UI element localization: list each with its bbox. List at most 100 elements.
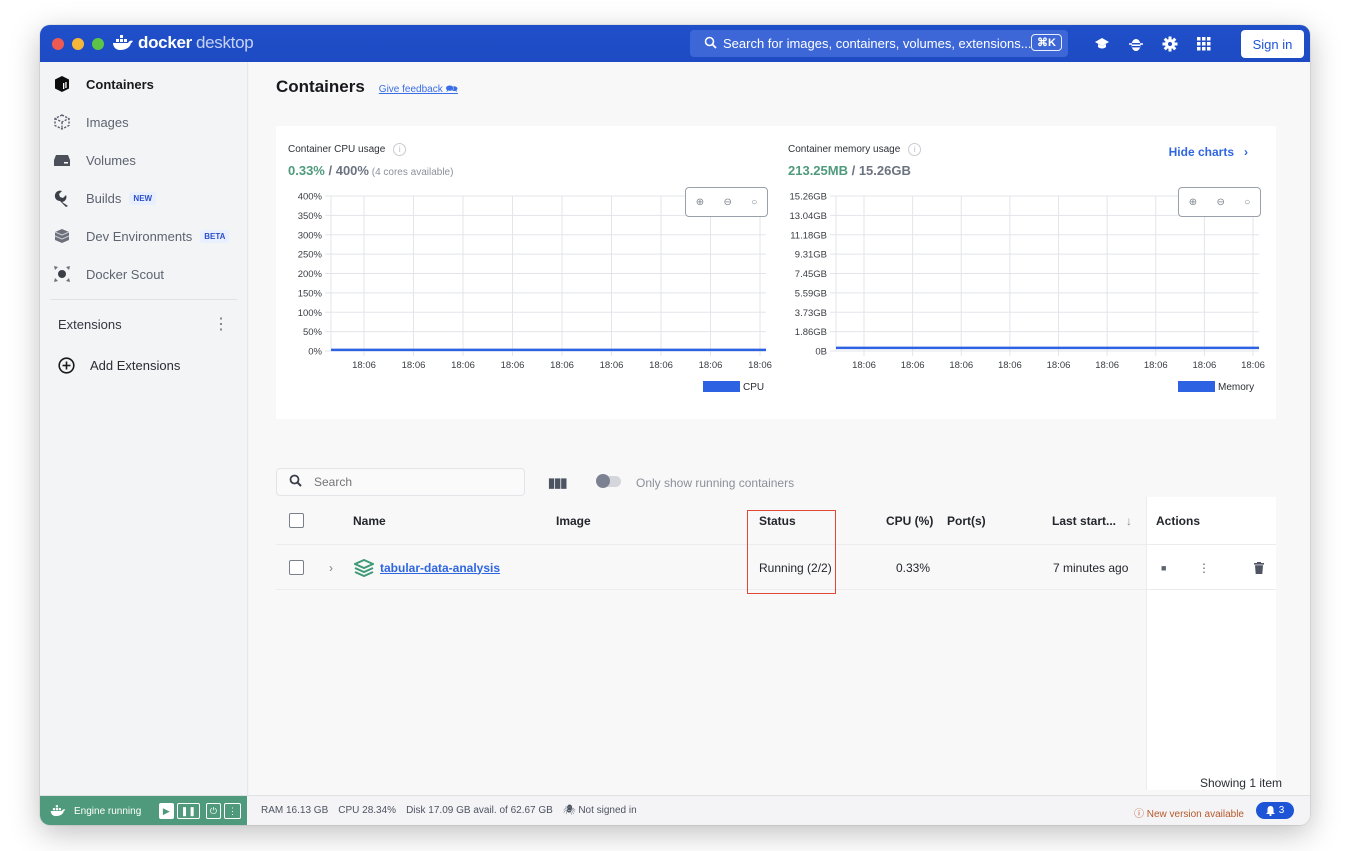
- container-last-started: 7 minutes ago: [1053, 560, 1129, 575]
- more-actions-icon[interactable]: ⋮: [1198, 546, 1210, 589]
- column-actions: Actions: [1156, 513, 1201, 528]
- engine-more-icon[interactable]: ⋮: [224, 803, 241, 819]
- settings-gear-icon[interactable]: [1153, 33, 1187, 55]
- reset-zoom-icon[interactable]: ○: [751, 197, 757, 208]
- bell-icon: [1265, 805, 1275, 816]
- zoom-in-icon[interactable]: ⊕: [696, 197, 704, 208]
- column-name[interactable]: Name: [353, 497, 386, 544]
- hide-charts-button[interactable]: Hide charts ›: [1169, 145, 1248, 159]
- cpu-chart: 0% 50% 100% 150% 200% 250% 300% 350% 400% 18:06 18…: [298, 192, 772, 394]
- x-tick-label: 18:06: [699, 360, 723, 371]
- extensions-menu-icon[interactable]: ⋮: [213, 314, 229, 334]
- maximize-window-button[interactable]: [92, 38, 104, 50]
- sidebar-item-volumes[interactable]: Volumes: [40, 141, 247, 179]
- apps-grid-icon[interactable]: [1187, 33, 1221, 55]
- docker-desktop-window: docker desktop Search for images, contain…: [40, 25, 1310, 825]
- sidebar-item-dev-environments[interactable]: Dev Environments BETA: [40, 217, 247, 255]
- learning-center-icon[interactable]: [1085, 33, 1119, 55]
- not-signed-in[interactable]: 🕷︎ Not signed in: [563, 805, 637, 816]
- row-checkbox[interactable]: [289, 560, 304, 575]
- signed-out-icon: 🕷︎: [562, 805, 576, 816]
- reset-zoom-icon[interactable]: ○: [1244, 197, 1250, 208]
- resource-stats: RAM 16.13 GB CPU 28.34% Disk 17.09 GB av…: [261, 805, 637, 816]
- legend-swatch: [703, 381, 740, 392]
- chevron-right-icon: ›: [1244, 145, 1248, 159]
- title-bar: docker desktop Search for images, contain…: [40, 25, 1310, 62]
- global-search[interactable]: Search for images, containers, volumes, …: [690, 30, 1068, 57]
- global-search-placeholder: Search for images, containers, volumes, …: [723, 36, 1032, 51]
- builds-wrench-icon: [52, 188, 72, 208]
- y-tick-label: 0B: [815, 347, 827, 358]
- x-tick-label: 18:06: [852, 360, 876, 371]
- notifications-count: 3: [1278, 805, 1285, 816]
- memory-chart-label: Container memory usage i: [788, 143, 922, 156]
- minimize-window-button[interactable]: [72, 38, 84, 50]
- add-extensions-button[interactable]: Add Extensions: [40, 348, 247, 382]
- x-tick-label: 18:06: [949, 360, 973, 371]
- info-circle-icon: ⓘ: [1133, 809, 1144, 820]
- x-tick-label: 18:06: [1241, 360, 1265, 371]
- sidebar-item-images[interactable]: Images: [40, 103, 247, 141]
- legend-label: Memory: [1218, 382, 1254, 393]
- cpu-usage-total: / 400%: [324, 163, 369, 178]
- y-tick-label: 300%: [298, 230, 323, 241]
- x-tick-label: 18:06: [501, 360, 525, 371]
- close-window-button[interactable]: [52, 38, 64, 50]
- row-checkbox-cell: [289, 546, 304, 589]
- cpu-usage-current: 0.33%: [288, 163, 325, 178]
- troubleshoot-bug-icon[interactable]: [1119, 33, 1153, 55]
- notifications-button[interactable]: 3: [1256, 802, 1294, 819]
- y-tick-label: 3.73GB: [795, 308, 827, 319]
- y-tick-label: 11.18GB: [790, 230, 827, 241]
- sidebar-item-label: Volumes: [86, 152, 136, 168]
- cpu-chart-block: Container CPU usage i 0.33% / 400% (4 co…: [276, 126, 776, 419]
- sidebar-item-containers[interactable]: Containers: [40, 65, 247, 103]
- select-all-checkbox[interactable]: [289, 513, 304, 528]
- sidebar-item-label: Containers: [86, 76, 154, 92]
- container-name-link[interactable]: tabular-data-analysis: [380, 546, 500, 589]
- expand-chevron-icon[interactable]: ›: [329, 546, 333, 589]
- give-feedback-link[interactable]: Give feedback 🗪: [379, 82, 458, 99]
- column-ports[interactable]: Port(s): [947, 497, 986, 544]
- brand-suffix: desktop: [195, 33, 254, 52]
- volumes-icon: [52, 150, 72, 170]
- engine-status: Engine running ▶ ❚❚ ⏻ ⋮: [40, 796, 247, 825]
- delete-trash-icon[interactable]: [1254, 546, 1264, 589]
- sidebar-item-builds[interactable]: Builds NEW: [40, 179, 247, 217]
- new-version-link[interactable]: ⓘ New version available: [1134, 805, 1244, 820]
- info-icon[interactable]: i: [908, 143, 922, 156]
- zoom-out-icon[interactable]: ⊖: [1216, 197, 1224, 208]
- page-title-text: Containers: [276, 77, 365, 96]
- engine-pause-icon[interactable]: ❚❚: [176, 803, 200, 819]
- container-search[interactable]: [276, 468, 525, 496]
- y-tick-label: 250%: [298, 250, 323, 261]
- engine-start-icon[interactable]: ▶: [158, 803, 174, 819]
- only-running-toggle[interactable]: [596, 474, 621, 488]
- zoom-out-icon[interactable]: ⊖: [723, 197, 731, 208]
- charts-panel: Container CPU usage i 0.33% / 400% (4 co…: [276, 126, 1276, 419]
- y-tick-label: 15.26GB: [790, 192, 828, 203]
- sidebar-item-docker-scout[interactable]: Docker Scout: [40, 255, 247, 293]
- y-tick-label: 5.59GB: [795, 288, 827, 299]
- column-cpu[interactable]: CPU (%): [886, 497, 933, 544]
- sign-in-button[interactable]: Sign in: [1241, 30, 1304, 58]
- zoom-in-icon[interactable]: ⊕: [1189, 197, 1197, 208]
- add-extensions-label: Add Extensions: [90, 357, 181, 373]
- column-image[interactable]: Image: [556, 497, 591, 544]
- container-cpu: 0.33%: [896, 560, 931, 575]
- window-controls: [52, 38, 104, 50]
- feedback-chat-icon: 🗪: [445, 84, 458, 95]
- columns-toggle-icon[interactable]: ▮▮▮: [548, 475, 567, 491]
- column-last-started[interactable]: Last start... ↓: [1052, 497, 1132, 544]
- engine-power-icon[interactable]: ⏻: [205, 803, 221, 819]
- new-version-label: New version available: [1146, 809, 1244, 820]
- sidebar-item-label: Builds: [86, 190, 122, 206]
- column-last-started-label: Last start...: [1052, 513, 1117, 528]
- status-bar: Engine running ▶ ❚❚ ⏻ ⋮ RAM 16.13 GB CPU…: [40, 795, 1310, 825]
- containers-icon: [52, 74, 72, 94]
- container-search-input[interactable]: [314, 475, 494, 489]
- stop-icon[interactable]: ■: [1161, 546, 1166, 589]
- y-tick-label: 50%: [303, 327, 323, 338]
- info-icon[interactable]: i: [393, 143, 407, 156]
- docker-whale-icon: [50, 805, 66, 817]
